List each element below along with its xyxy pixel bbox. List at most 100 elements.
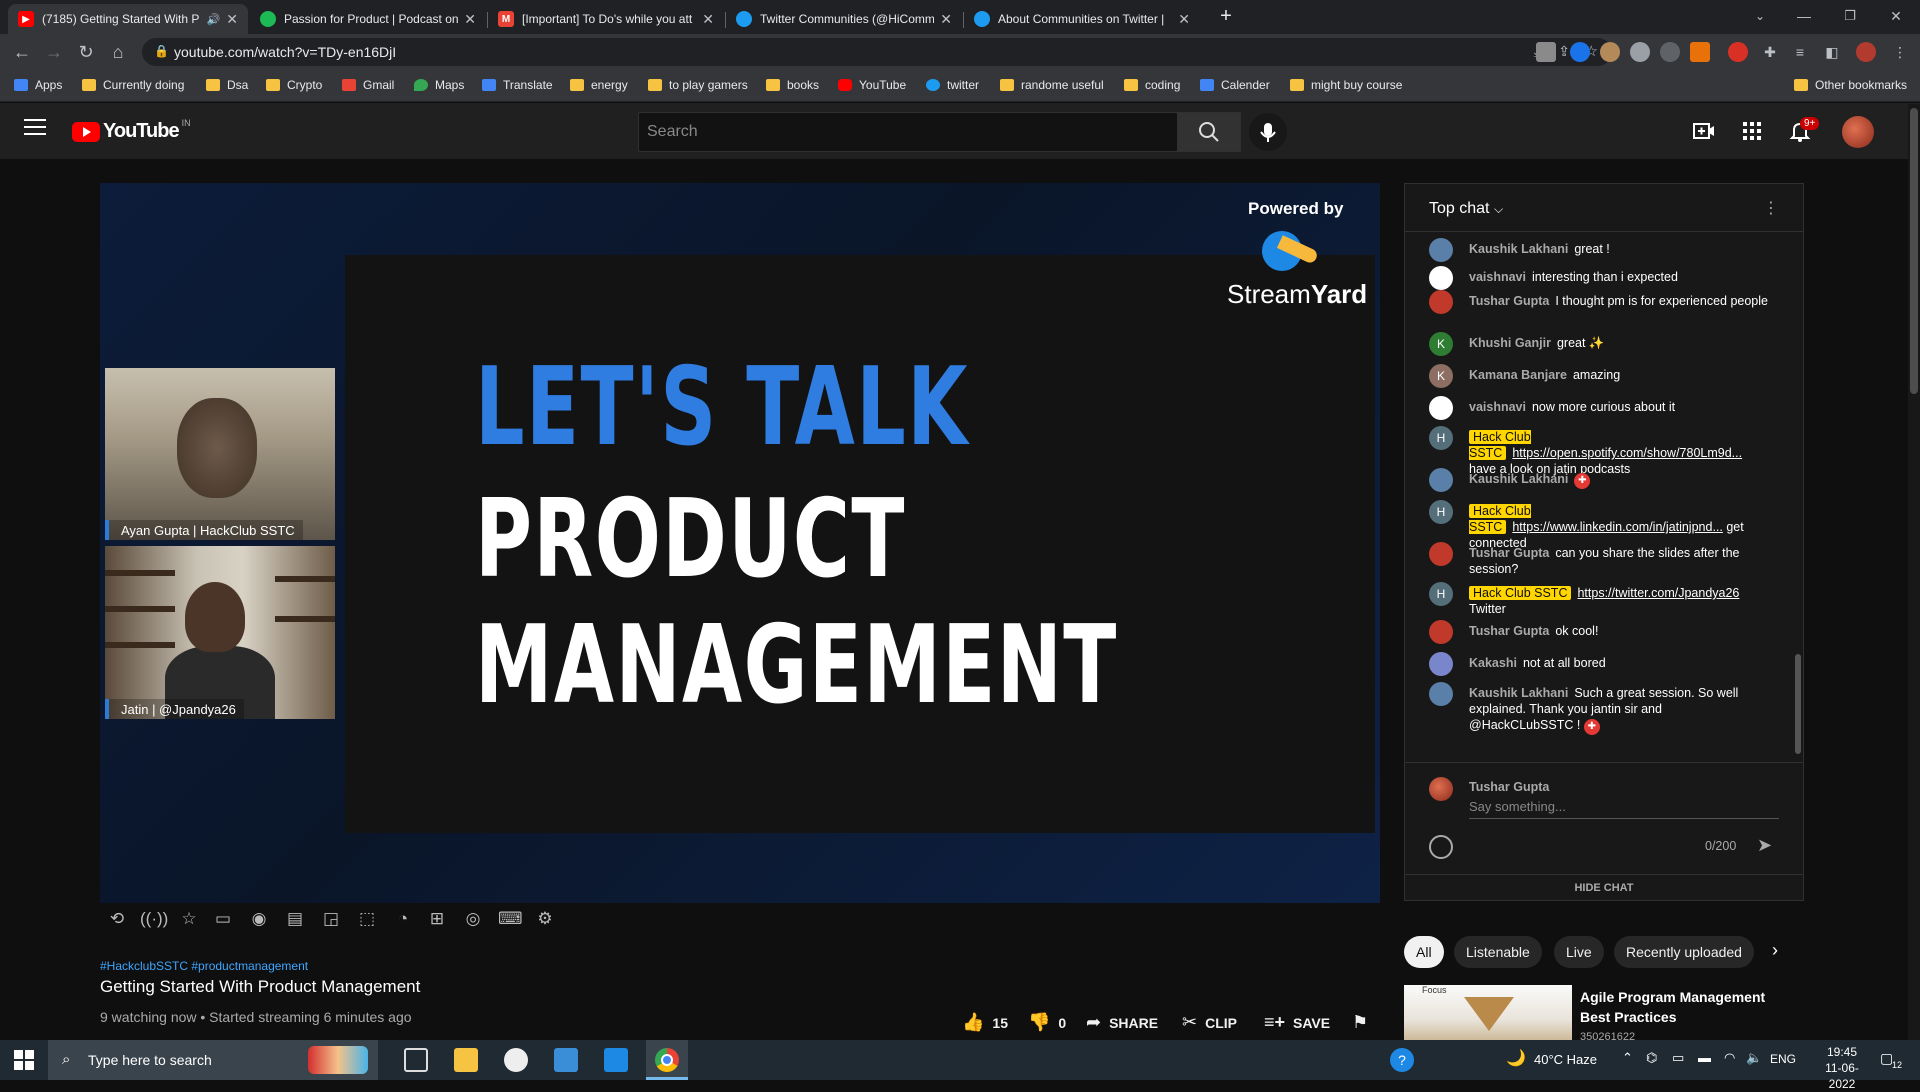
send-icon[interactable]: ➤ — [1757, 835, 1772, 856]
chat-avatar[interactable] — [1429, 652, 1453, 676]
chevron-right-icon[interactable]: › — [1772, 940, 1778, 961]
extension-icon[interactable] — [1536, 42, 1556, 62]
voice-search-button[interactable] — [1249, 113, 1287, 151]
chat-author[interactable]: Hack Club SSTC — [1469, 586, 1572, 600]
chip-live[interactable]: Live — [1554, 936, 1604, 968]
tab-search-icon[interactable]: ⌄ — [1748, 4, 1772, 28]
hashtags[interactable]: #HackclubSSTC #productmanagement — [100, 959, 308, 973]
new-tab-button[interactable]: + — [1214, 4, 1238, 28]
chat-avatar[interactable] — [1429, 620, 1453, 644]
chat-author[interactable]: Khushi Ganjir — [1469, 336, 1551, 350]
display-icon[interactable]: ▭ — [1672, 1050, 1684, 1066]
bookmark-folder[interactable]: to play gamers — [648, 78, 748, 92]
dislike-button[interactable]: 👎 0 — [1028, 1012, 1066, 1033]
chat-link[interactable]: https://www.linkedin.com/in/jatinjpnd... — [1512, 520, 1723, 534]
chat-avatar[interactable] — [1429, 290, 1453, 314]
cinema-icon[interactable]: ▤ — [284, 909, 306, 929]
wifi-icon[interactable]: ◠ — [1724, 1050, 1735, 1066]
tab-spotify-podcast[interactable]: Passion for Product | Podcast on ✕ — [250, 4, 486, 34]
app-icon[interactable] — [604, 1048, 628, 1072]
search-input[interactable] — [639, 113, 1177, 151]
extension-icon[interactable] — [1660, 42, 1680, 62]
chat-avatar[interactable]: H — [1429, 426, 1453, 450]
home-icon[interactable]: ⌂ — [106, 40, 130, 64]
chat-avatar[interactable] — [1429, 468, 1453, 492]
broadcast-icon[interactable]: ((·)) — [140, 909, 168, 929]
close-window-button[interactable]: ✕ — [1884, 4, 1908, 28]
tab-gmail[interactable]: M [Important] To Do's while you att ✕ — [488, 4, 724, 34]
like-button[interactable]: 👍 15 — [962, 1012, 1008, 1033]
chrome-taskbar-button[interactable] — [646, 1040, 688, 1080]
other-bookmarks[interactable]: Other bookmarks — [1794, 78, 1907, 92]
speed-icon[interactable]: ◔ — [392, 909, 414, 929]
clock[interactable]: 19:45 11-06-2022 — [1812, 1044, 1872, 1092]
chat-avatar[interactable] — [1429, 238, 1453, 262]
bookmark-folder[interactable]: Crypto — [266, 78, 322, 92]
chat-avatar[interactable] — [1429, 682, 1453, 706]
minimize-button[interactable]: — — [1792, 4, 1816, 28]
bookmark-twitter[interactable]: twitter — [926, 78, 979, 92]
chat-avatar[interactable]: H — [1429, 582, 1453, 606]
apps-grid-icon[interactable] — [1740, 119, 1764, 143]
chat-avatar[interactable] — [1429, 266, 1453, 290]
chip-listenable[interactable]: Listenable — [1454, 936, 1542, 968]
add-icon[interactable]: ⊞ — [426, 909, 448, 929]
chip-all[interactable]: All — [1404, 936, 1444, 968]
menu-icon[interactable] — [24, 119, 46, 137]
bookmark-folder[interactable]: coding — [1124, 78, 1180, 92]
media-control-icon[interactable]: ≡ — [1788, 40, 1812, 64]
clip-button[interactable]: ✂ CLIP — [1182, 1012, 1237, 1033]
app-icon[interactable] — [504, 1048, 528, 1072]
bookmark-gmail[interactable]: Gmail — [342, 78, 394, 92]
app-icon[interactable] — [554, 1048, 578, 1072]
chip-recently-uploaded[interactable]: Recently uploaded — [1614, 936, 1754, 968]
back-icon[interactable]: ← — [10, 40, 34, 64]
video-player[interactable]: LET'S TALK PRODUCT MANAGEMENT Powered by… — [100, 183, 1380, 903]
pip-icon[interactable]: ◲ — [320, 909, 342, 929]
chat-avatar[interactable]: K — [1429, 332, 1453, 356]
chat-message-list[interactable]: Kaushik Lakhani great ! vaishnavi interesti… — [1405, 236, 1803, 736]
chat-author[interactable]: vaishnavi — [1469, 270, 1526, 284]
language-indicator[interactable]: ENG — [1770, 1052, 1796, 1066]
chat-author[interactable]: Kakashi — [1469, 656, 1517, 670]
star-icon[interactable]: ☆ — [178, 909, 200, 929]
chat-scrollbar-thumb[interactable] — [1795, 654, 1801, 754]
screenshot-camera-icon[interactable]: ◎ — [462, 909, 484, 929]
loop-icon[interactable]: ⟲ — [106, 909, 128, 929]
account-avatar[interactable] — [1842, 116, 1874, 148]
report-button[interactable]: ⚑ — [1352, 1012, 1376, 1033]
tab-close-icon[interactable]: ✕ — [464, 11, 476, 28]
tab-close-icon[interactable]: ✕ — [702, 11, 714, 28]
restore-button[interactable]: ❐ — [1838, 4, 1862, 28]
search-box[interactable] — [638, 112, 1178, 152]
forward-icon[interactable]: → — [42, 40, 66, 64]
lock-icon[interactable]: 🔒 — [154, 44, 169, 58]
windows-start-icon[interactable] — [14, 1050, 34, 1070]
tab-close-icon[interactable]: ✕ — [226, 11, 238, 28]
bookmark-folder[interactable]: might buy course — [1290, 78, 1402, 92]
reload-icon[interactable]: ↻ — [74, 40, 98, 64]
tab-close-icon[interactable]: ✕ — [1178, 11, 1190, 28]
chat-link[interactable]: https://twitter.com/Jpandya26 — [1577, 586, 1739, 600]
chat-avatar[interactable] — [1429, 542, 1453, 566]
share-button[interactable]: ➦ SHARE — [1086, 1012, 1158, 1033]
weather-text[interactable]: 40°C Haze — [1534, 1052, 1597, 1067]
taskbar-search-box[interactable]: ⌕ Type here to search — [48, 1040, 378, 1080]
chat-more-options-icon[interactable]: ⋮ — [1763, 198, 1779, 218]
extension-icon[interactable] — [1600, 42, 1620, 62]
chat-link[interactable]: https://open.spotify.com/show/780Lm9d... — [1512, 446, 1742, 460]
page-scrollbar-track[interactable] — [1908, 104, 1920, 1040]
profile-avatar[interactable] — [1856, 42, 1876, 62]
network-icon[interactable]: ⌬ — [1646, 1050, 1657, 1066]
file-explorer-icon[interactable] — [454, 1048, 478, 1072]
chat-mode-dropdown[interactable]: Top chat ⌵ — [1429, 200, 1503, 218]
keyboard-icon[interactable]: ⌨ — [498, 909, 523, 929]
chat-author[interactable]: Kaushik Lakhani — [1469, 472, 1568, 486]
task-view-icon[interactable] — [404, 1048, 428, 1072]
bookmark-maps[interactable]: Maps — [414, 78, 464, 92]
chat-author[interactable]: Kaushik Lakhani — [1469, 686, 1568, 700]
extension-icon[interactable] — [1728, 42, 1748, 62]
chat-avatar[interactable]: K — [1429, 364, 1453, 388]
tab-close-icon[interactable]: ✕ — [940, 11, 952, 28]
tab-about-communities[interactable]: About Communities on Twitter | ✕ — [964, 4, 1200, 34]
